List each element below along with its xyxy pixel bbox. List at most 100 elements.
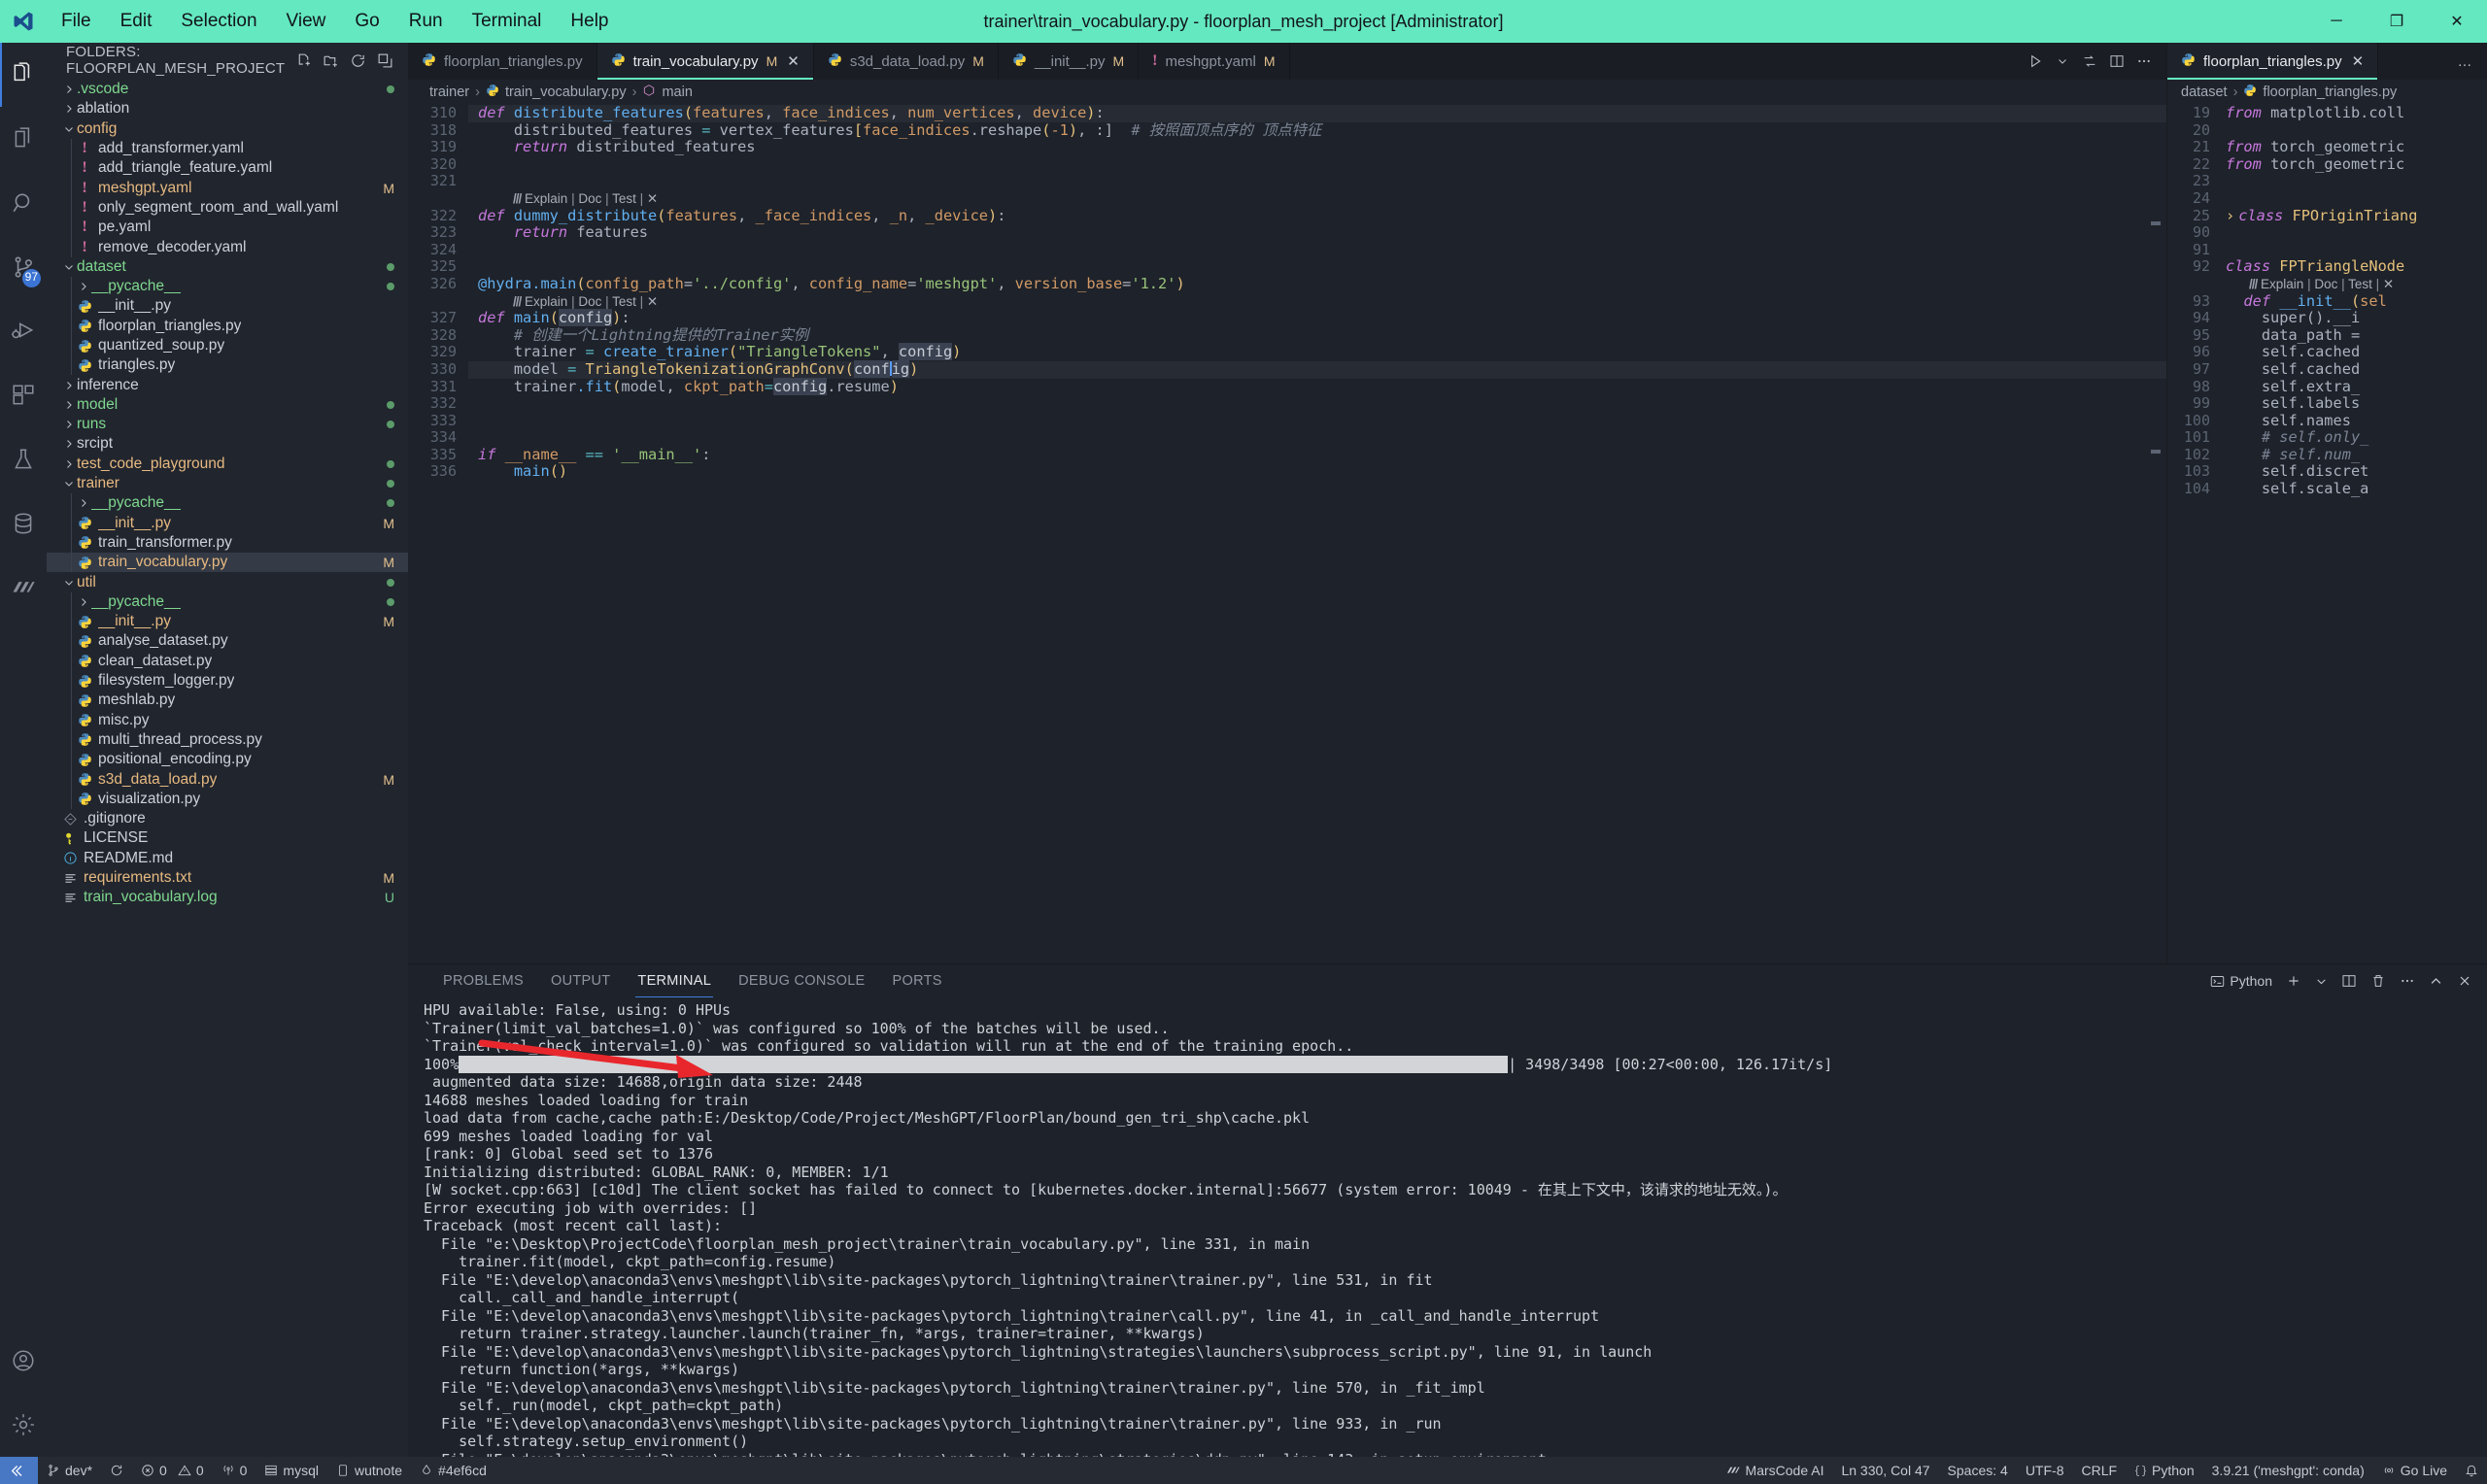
code-line[interactable]: model = TriangleTokenizationGraphConv(co… [468,359,2166,379]
code-line[interactable]: super().__i [2222,309,2487,327]
status-cursor-position[interactable]: Ln 330, Col 47 [1832,1457,1938,1484]
chevron-down-icon[interactable] [2050,49,2075,74]
status-mysql[interactable]: mysql [256,1457,327,1484]
menu-selection[interactable]: Selection [166,7,271,36]
tree-folder-row[interactable]: inference [47,375,408,394]
tree-folder-row[interactable]: __pycache__ [47,276,408,297]
status-eol[interactable]: CRLF [2072,1457,2126,1484]
source-control-icon[interactable]: 97 [0,235,47,299]
tree-file-row[interactable]: ! meshgpt.yaml M [47,178,408,198]
database-icon[interactable] [0,491,47,556]
kill-terminal-icon[interactable] [2366,968,2391,994]
tree-folder-row[interactable]: __pycache__ [47,591,408,613]
status-notifications-bell-icon[interactable] [2456,1457,2487,1484]
panel-tabbar[interactable]: PROBLEMS OUTPUT TERMINAL DEBUG CONSOLE P… [408,964,2487,997]
more-actions-icon[interactable]: … [2452,49,2477,74]
tab-terminal[interactable]: TERMINAL [624,964,725,997]
tab-floorplan-triangles[interactable]: floorplan_triangles.py ✕ [2167,43,2379,80]
tree-file-row[interactable]: ! add_transformer.yaml [47,138,408,159]
maximize-panel-icon[interactable] [2424,968,2448,994]
code-line[interactable] [2222,224,2487,242]
editor-tab[interactable]: s3d_data_load.py M [813,43,999,80]
chevron-right-icon[interactable] [75,281,91,292]
breadcrumb-folder[interactable]: dataset [2181,84,2228,100]
tree-folder-row[interactable]: ablation [47,99,408,118]
status-errors-warnings[interactable]: 0 0 [132,1457,213,1484]
split-sync-icon[interactable] [2077,49,2102,74]
code-line[interactable] [468,413,2166,430]
tree-folder-row[interactable]: test_code_playground [47,455,408,474]
status-language-mode[interactable]: Python [2126,1457,2203,1484]
codelens-actions[interactable]: /// Explain | Doc | Test | ✕ [468,190,2166,208]
file-tree[interactable]: .vscode ablation config! add_transformer.ya… [47,78,408,1457]
tree-folder-row[interactable]: trainer [47,474,408,493]
chevron-down-icon[interactable] [60,123,77,135]
secondary-tab-actions[interactable]: … [2442,43,2487,80]
code-line[interactable]: self.extra_ [2222,378,2487,396]
code-line[interactable]: self.cached [2222,360,2487,379]
code-line[interactable]: # 创建一个Lightning提供的Trainer实例 [468,326,2166,345]
editor-tab[interactable]: train_vocabulary.py M ✕ [596,43,814,80]
code-line[interactable] [468,258,2166,276]
code-line[interactable] [468,156,2166,174]
tree-file-row[interactable]: filesystem_logger.py [47,670,408,691]
editor-tab[interactable]: ! meshgpt.yaml M [1139,43,1290,80]
tree-file-row[interactable]: s3d_data_load.py M [47,769,408,790]
close-icon[interactable]: ✕ [2352,52,2365,70]
code-line[interactable]: main() [468,463,2166,481]
tree-file-row[interactable]: quantized_soup.py [47,335,408,356]
code-line[interactable]: from matplotlib.coll [2222,105,2487,122]
tree-file-row[interactable]: README.md [47,849,408,868]
chevron-right-icon[interactable] [60,380,77,391]
code-line[interactable]: # self.only_ [2222,428,2487,447]
tree-file-row[interactable]: requirements.txt M [47,868,408,888]
code-line[interactable]: def main(config): [468,309,2166,327]
testing-icon[interactable] [0,427,47,491]
tree-folder-row[interactable]: .vscode [47,80,408,99]
breadcrumb-file[interactable]: floorplan_triangles.py [2263,84,2397,100]
breadcrumb[interactable]: trainer › train_vocabulary.py › main [408,80,2166,105]
tree-file-row[interactable]: meshlab.py [47,691,408,711]
code-line[interactable] [468,242,2166,259]
code-line[interactable] [468,173,2166,190]
breadcrumb-folder[interactable]: trainer [429,84,469,100]
window-controls[interactable]: ─ ❐ ✕ [2306,0,2487,43]
maximize-button[interactable]: ❐ [2367,0,2427,43]
chevron-right-icon[interactable] [75,596,91,608]
refresh-icon[interactable] [346,49,369,72]
marscode-icon[interactable] [0,556,47,620]
code-line[interactable]: return distributed_features [468,138,2166,156]
menu-file[interactable]: File [47,7,106,36]
new-terminal-icon[interactable] [2281,968,2306,994]
more-actions-icon[interactable] [2131,49,2157,74]
menu-run[interactable]: Run [394,7,458,36]
close-panel-icon[interactable] [2452,968,2477,994]
close-icon[interactable]: ✕ [787,52,800,70]
tree-folder-row[interactable]: dataset [47,257,408,277]
code-line[interactable]: self.scale_a [2222,480,2487,498]
status-marscode[interactable]: MarsCode AI [1717,1457,1833,1484]
code-line[interactable]: distributed_features = vertex_features[f… [468,121,2166,140]
tab-ports[interactable]: PORTS [879,964,956,997]
tab-debug-console[interactable]: DEBUG CONSOLE [725,964,878,997]
tree-folder-row[interactable]: model [47,395,408,415]
chevron-right-icon[interactable] [60,103,77,115]
code-line[interactable]: trainer = create_trainer("TriangleTokens… [468,343,2166,361]
code-line[interactable]: trainer.fit(model, ckpt_path=config.resu… [468,377,2166,396]
tree-file-row[interactable]: analyse_dataset.py [47,631,408,652]
tree-file-row[interactable]: train_vocabulary.log U [47,888,408,907]
editor-tab-actions[interactable] [2013,43,2166,80]
code-line[interactable]: def dummy_distribute(features, _face_ind… [468,207,2166,225]
chevron-right-icon[interactable] [60,438,77,450]
search-icon[interactable] [0,171,47,235]
code-line[interactable]: from torch_geometric [2222,138,2487,156]
panel-actions[interactable]: Python [2205,968,2477,994]
chevron-right-icon[interactable] [60,84,77,95]
tree-file-row[interactable]: multi_thread_process.py [47,729,408,751]
editor-tabbar[interactable]: floorplan_triangles.py train_vocabulary.p… [408,43,2166,80]
tree-file-row[interactable]: positional_encoding.py [47,750,408,770]
chevron-right-icon[interactable] [60,419,77,430]
tree-folder-row[interactable]: runs [47,415,408,434]
run-play-icon[interactable] [2023,49,2048,74]
status-go-live[interactable]: Go Live [2373,1457,2456,1484]
